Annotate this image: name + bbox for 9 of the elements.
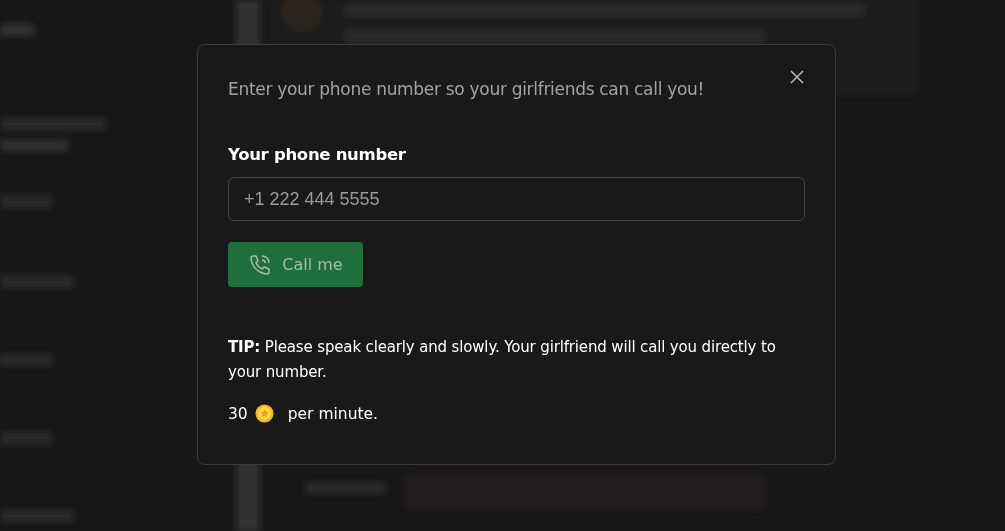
dialog-title: Enter your phone number so your girlfriends can call you!	[228, 79, 705, 99]
price-unit: per minute.	[287, 404, 378, 423]
tip-text: TIP: Please speak clearly and slowly. Your girlfriend will call you directly to your number.	[228, 337, 777, 383]
price-amount: 30	[228, 404, 248, 423]
phone-field[interactable]: +1 222 444 5555	[228, 177, 805, 221]
close-icon[interactable]	[790, 70, 804, 84]
phone-icon	[248, 252, 273, 277]
coin-icon	[254, 404, 274, 423]
field-label: Your phone number	[228, 145, 407, 164]
